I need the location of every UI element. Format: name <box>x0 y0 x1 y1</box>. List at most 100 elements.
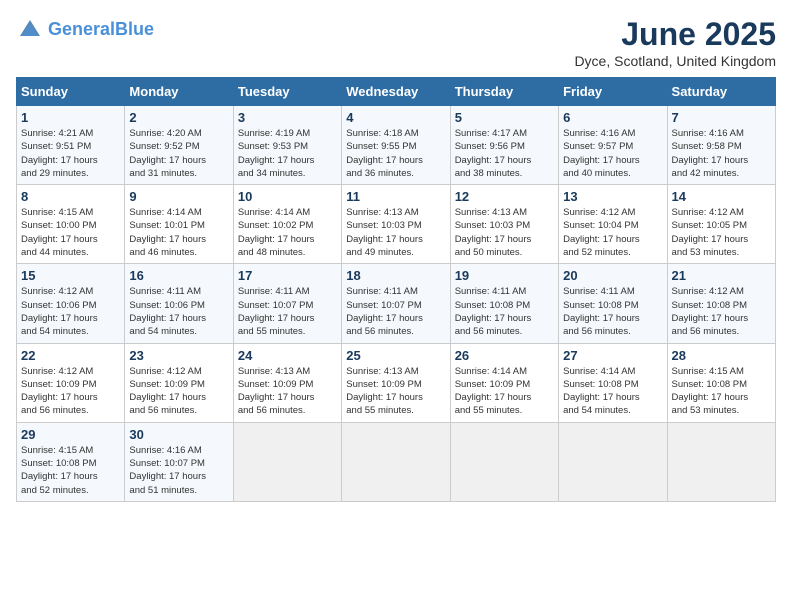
day-info: Sunrise: 4:21 AM Sunset: 9:51 PM Dayligh… <box>21 127 120 180</box>
day-number: 23 <box>129 348 228 363</box>
day-info: Sunrise: 4:16 AM Sunset: 9:58 PM Dayligh… <box>672 127 771 180</box>
weekday-header-tuesday: Tuesday <box>233 78 341 106</box>
calendar-cell: 4Sunrise: 4:18 AM Sunset: 9:55 PM Daylig… <box>342 106 450 185</box>
weekday-header-saturday: Saturday <box>667 78 775 106</box>
calendar-cell <box>342 422 450 501</box>
day-info: Sunrise: 4:19 AM Sunset: 9:53 PM Dayligh… <box>238 127 337 180</box>
day-number: 3 <box>238 110 337 125</box>
calendar-cell: 1 Sunrise: 4:21 AM Sunset: 9:51 PM Daylig… <box>17 106 125 185</box>
calendar-cell <box>450 422 558 501</box>
calendar-cell: 15 Sunrise: 4:12 AM Sunset: 10:06 PM Dayl… <box>17 264 125 343</box>
calendar-cell: 6 Sunrise: 4:16 AM Sunset: 9:57 PM Daylig… <box>559 106 667 185</box>
day-info: Sunrise: 4:12 AM Sunset: 10:05 PM Daylig… <box>672 206 771 259</box>
logo-line1: General <box>48 19 115 39</box>
day-info: Sunrise: 4:11 AM Sunset: 10:08 PM Daylig… <box>563 285 662 338</box>
day-info: Sunrise: 4:11 AM Sunset: 10:07 PM Daylig… <box>238 285 337 338</box>
day-number: 30 <box>129 427 228 442</box>
day-number: 16 <box>129 268 228 283</box>
calendar-table: SundayMondayTuesdayWednesdayThursdayFrid… <box>16 77 776 502</box>
calendar-week-3: 15 Sunrise: 4:12 AM Sunset: 10:06 PM Dayl… <box>17 264 776 343</box>
day-number: 22 <box>21 348 120 363</box>
day-info: Sunrise: 4:15 AM Sunset: 10:00 PM Daylig… <box>21 206 120 259</box>
calendar-week-2: 8 Sunrise: 4:15 AM Sunset: 10:00 PM Dayli… <box>17 185 776 264</box>
calendar-cell: 12Sunrise: 4:13 AM Sunset: 10:03 PM Dayl… <box>450 185 558 264</box>
calendar-cell <box>667 422 775 501</box>
calendar-cell: 22 Sunrise: 4:12 AM Sunset: 10:09 PM Dayl… <box>17 343 125 422</box>
day-info: Sunrise: 4:15 AM Sunset: 10:08 PM Daylig… <box>672 365 771 418</box>
calendar-week-4: 22 Sunrise: 4:12 AM Sunset: 10:09 PM Dayl… <box>17 343 776 422</box>
calendar-title: June 2025 <box>574 16 776 53</box>
day-info: Sunrise: 4:14 AM Sunset: 10:01 PM Daylig… <box>129 206 228 259</box>
day-info: Sunrise: 4:13 AM Sunset: 10:03 PM Daylig… <box>455 206 554 259</box>
day-info: Sunrise: 4:14 AM Sunset: 10:09 PM Daylig… <box>455 365 554 418</box>
calendar-cell: 28 Sunrise: 4:15 AM Sunset: 10:08 PM Dayl… <box>667 343 775 422</box>
calendar-cell: 10 Sunrise: 4:14 AM Sunset: 10:02 PM Dayl… <box>233 185 341 264</box>
day-number: 24 <box>238 348 337 363</box>
day-number: 1 <box>21 110 120 125</box>
calendar-cell: 13Sunrise: 4:12 AM Sunset: 10:04 PM Dayl… <box>559 185 667 264</box>
day-info: Sunrise: 4:11 AM Sunset: 10:07 PM Daylig… <box>346 285 445 338</box>
calendar-cell: 26Sunrise: 4:14 AM Sunset: 10:09 PM Dayl… <box>450 343 558 422</box>
calendar-cell: 7Sunrise: 4:16 AM Sunset: 9:58 PM Daylig… <box>667 106 775 185</box>
calendar-cell: 29 Sunrise: 4:15 AM Sunset: 10:08 PM Dayl… <box>17 422 125 501</box>
day-number: 21 <box>672 268 771 283</box>
day-info: Sunrise: 4:13 AM Sunset: 10:03 PM Daylig… <box>346 206 445 259</box>
header: GeneralBlue June 2025 Dyce, Scotland, Un… <box>16 16 776 69</box>
logo-text: GeneralBlue <box>48 20 154 40</box>
calendar-cell: 9 Sunrise: 4:14 AM Sunset: 10:01 PM Dayli… <box>125 185 233 264</box>
day-info: Sunrise: 4:13 AM Sunset: 10:09 PM Daylig… <box>346 365 445 418</box>
day-info: Sunrise: 4:11 AM Sunset: 10:06 PM Daylig… <box>129 285 228 338</box>
calendar-cell <box>233 422 341 501</box>
day-info: Sunrise: 4:12 AM Sunset: 10:09 PM Daylig… <box>129 365 228 418</box>
day-number: 11 <box>346 189 445 204</box>
day-number: 19 <box>455 268 554 283</box>
day-number: 2 <box>129 110 228 125</box>
weekday-header-sunday: Sunday <box>17 78 125 106</box>
day-number: 25 <box>346 348 445 363</box>
logo-line2: Blue <box>115 19 154 39</box>
day-info: Sunrise: 4:17 AM Sunset: 9:56 PM Dayligh… <box>455 127 554 180</box>
calendar-cell: 21 Sunrise: 4:12 AM Sunset: 10:08 PM Dayl… <box>667 264 775 343</box>
calendar-cell: 16 Sunrise: 4:11 AM Sunset: 10:06 PM Dayl… <box>125 264 233 343</box>
day-number: 9 <box>129 189 228 204</box>
day-info: Sunrise: 4:15 AM Sunset: 10:08 PM Daylig… <box>21 444 120 497</box>
day-number: 6 <box>563 110 662 125</box>
weekday-header-thursday: Thursday <box>450 78 558 106</box>
calendar-cell: 24Sunrise: 4:13 AM Sunset: 10:09 PM Dayl… <box>233 343 341 422</box>
calendar-week-5: 29 Sunrise: 4:15 AM Sunset: 10:08 PM Dayl… <box>17 422 776 501</box>
day-info: Sunrise: 4:12 AM Sunset: 10:09 PM Daylig… <box>21 365 120 418</box>
day-info: Sunrise: 4:12 AM Sunset: 10:08 PM Daylig… <box>672 285 771 338</box>
calendar-cell: 20 Sunrise: 4:11 AM Sunset: 10:08 PM Dayl… <box>559 264 667 343</box>
calendar-cell: 3 Sunrise: 4:19 AM Sunset: 9:53 PM Daylig… <box>233 106 341 185</box>
calendar-cell: 17 Sunrise: 4:11 AM Sunset: 10:07 PM Dayl… <box>233 264 341 343</box>
day-number: 15 <box>21 268 120 283</box>
day-number: 17 <box>238 268 337 283</box>
day-number: 20 <box>563 268 662 283</box>
day-number: 28 <box>672 348 771 363</box>
weekday-header-monday: Monday <box>125 78 233 106</box>
logo-icon <box>16 16 44 44</box>
day-info: Sunrise: 4:14 AM Sunset: 10:08 PM Daylig… <box>563 365 662 418</box>
day-number: 14 <box>672 189 771 204</box>
day-info: Sunrise: 4:16 AM Sunset: 10:07 PM Daylig… <box>129 444 228 497</box>
calendar-cell: 14 Sunrise: 4:12 AM Sunset: 10:05 PM Dayl… <box>667 185 775 264</box>
day-number: 10 <box>238 189 337 204</box>
day-number: 29 <box>21 427 120 442</box>
day-info: Sunrise: 4:12 AM Sunset: 10:06 PM Daylig… <box>21 285 120 338</box>
calendar-cell: 23 Sunrise: 4:12 AM Sunset: 10:09 PM Dayl… <box>125 343 233 422</box>
calendar-cell: 30 Sunrise: 4:16 AM Sunset: 10:07 PM Dayl… <box>125 422 233 501</box>
weekday-header-friday: Friday <box>559 78 667 106</box>
calendar-cell: 27 Sunrise: 4:14 AM Sunset: 10:08 PM Dayl… <box>559 343 667 422</box>
calendar-subtitle: Dyce, Scotland, United Kingdom <box>574 53 776 69</box>
logo: GeneralBlue <box>16 16 154 44</box>
weekday-header-wednesday: Wednesday <box>342 78 450 106</box>
calendar-cell: 11 Sunrise: 4:13 AM Sunset: 10:03 PM Dayl… <box>342 185 450 264</box>
day-info: Sunrise: 4:11 AM Sunset: 10:08 PM Daylig… <box>455 285 554 338</box>
calendar-cell: 2 Sunrise: 4:20 AM Sunset: 9:52 PM Daylig… <box>125 106 233 185</box>
day-info: Sunrise: 4:20 AM Sunset: 9:52 PM Dayligh… <box>129 127 228 180</box>
day-number: 27 <box>563 348 662 363</box>
day-number: 8 <box>21 189 120 204</box>
day-info: Sunrise: 4:18 AM Sunset: 9:55 PM Dayligh… <box>346 127 445 180</box>
day-info: Sunrise: 4:14 AM Sunset: 10:02 PM Daylig… <box>238 206 337 259</box>
day-info: Sunrise: 4:16 AM Sunset: 9:57 PM Dayligh… <box>563 127 662 180</box>
